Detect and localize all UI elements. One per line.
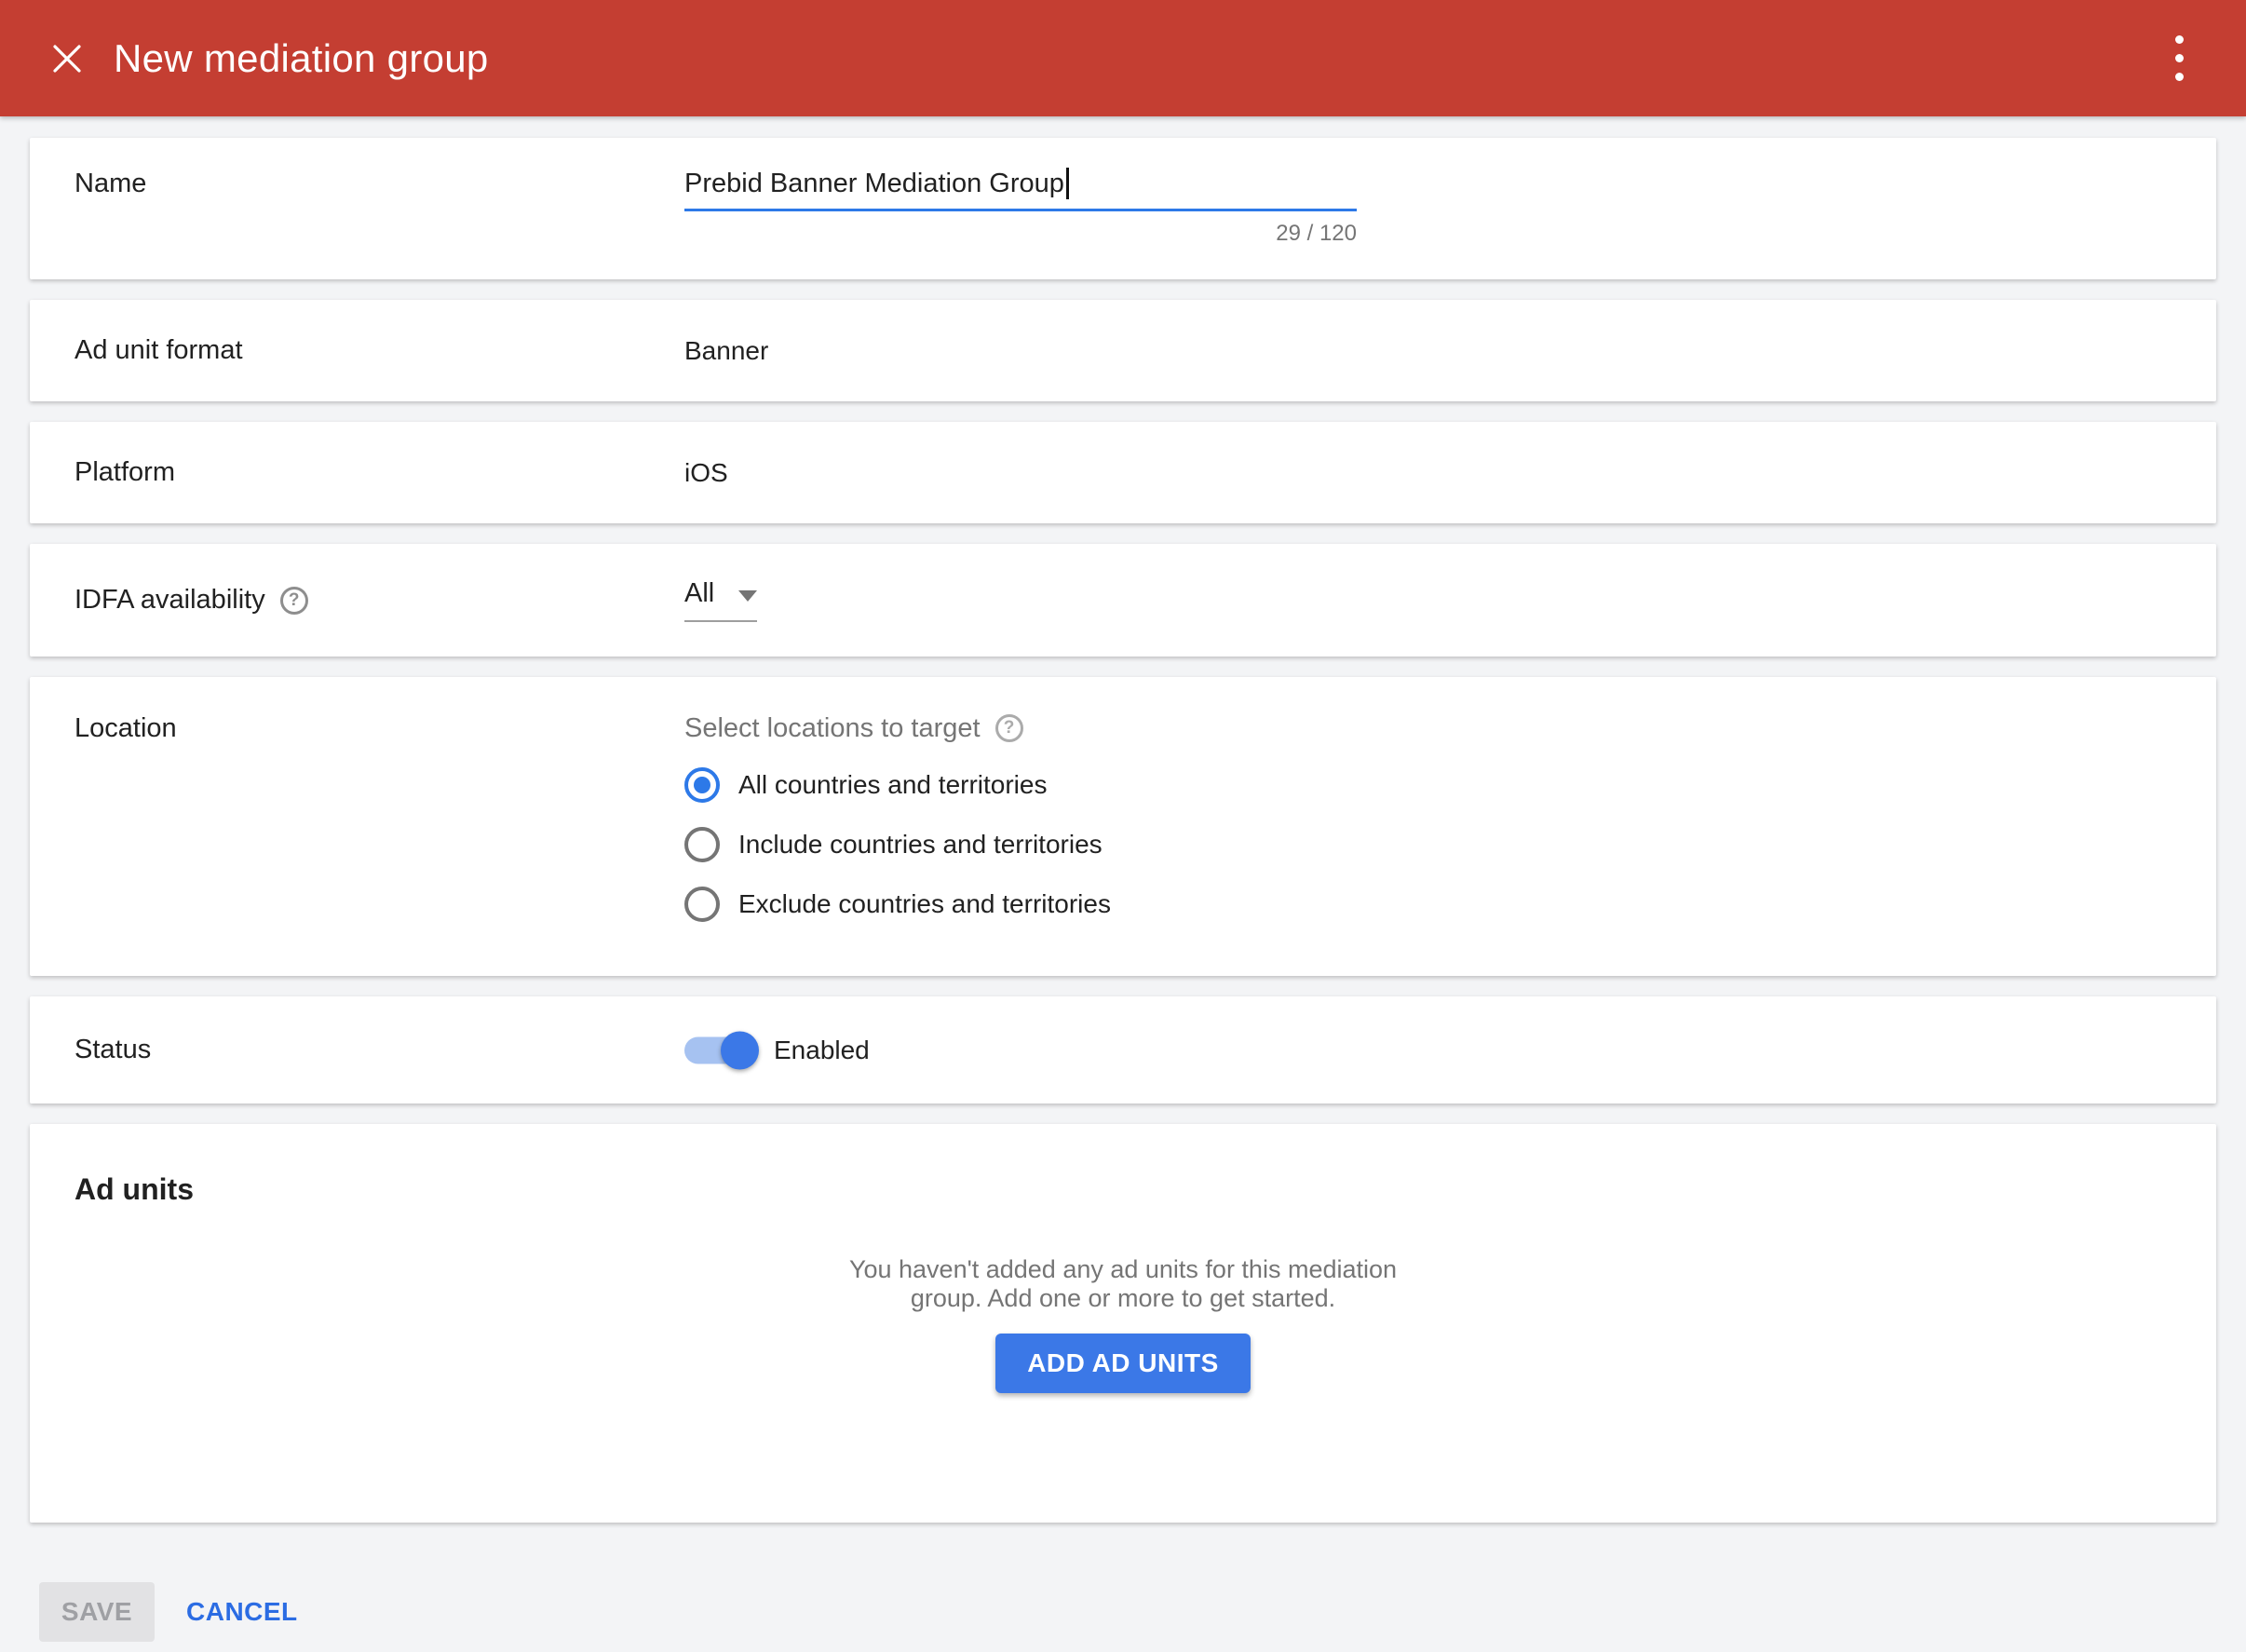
name-label: Name bbox=[74, 168, 684, 199]
idfa-select[interactable]: All bbox=[684, 578, 757, 622]
text-caret bbox=[1066, 168, 1069, 199]
platform-value: iOS bbox=[684, 458, 728, 487]
status-value: Enabled bbox=[774, 1036, 870, 1065]
radio-button-icon bbox=[684, 767, 720, 803]
idfa-label: IDFA availability bbox=[74, 585, 265, 616]
form-body: Name Prebid Banner Mediation Group 29 / … bbox=[0, 116, 2246, 1642]
app-bar: New mediation group bbox=[0, 0, 2246, 116]
location-helper-text: Select locations to target bbox=[684, 712, 981, 744]
name-input-value: Prebid Banner Mediation Group bbox=[684, 168, 1064, 199]
close-icon bbox=[51, 43, 83, 74]
toggle-knob bbox=[721, 1031, 759, 1069]
location-radio-group: All countries and territories Include co… bbox=[684, 755, 2216, 934]
status-toggle[interactable] bbox=[684, 1030, 757, 1071]
location-help-icon[interactable]: ? bbox=[995, 714, 1023, 742]
empty-state-line2: group. Add one or more to get started. bbox=[760, 1284, 1486, 1313]
close-button[interactable] bbox=[41, 33, 93, 85]
status-label: Status bbox=[74, 1035, 684, 1065]
ad-unit-format-value: Banner bbox=[684, 336, 768, 365]
radio-button-icon bbox=[684, 887, 720, 922]
empty-state-line1: You haven't added any ad units for this … bbox=[760, 1255, 1486, 1284]
overflow-menu-button[interactable] bbox=[2153, 29, 2205, 88]
location-card: Location Select locations to target ? Al… bbox=[30, 677, 2216, 976]
add-ad-units-button[interactable]: ADD AD UNITS bbox=[995, 1334, 1251, 1393]
radio-button-icon bbox=[684, 827, 720, 862]
kebab-menu-icon bbox=[2175, 35, 2184, 44]
platform-row: Platform iOS bbox=[30, 422, 2216, 523]
page-title: New mediation group bbox=[114, 36, 489, 81]
idfa-row: IDFA availability ? All bbox=[30, 544, 2216, 657]
radio-all-countries[interactable]: All countries and territories bbox=[684, 755, 2216, 815]
status-row: Status Enabled bbox=[30, 996, 2216, 1104]
idfa-help-icon[interactable]: ? bbox=[280, 587, 308, 615]
save-button[interactable]: SAVE bbox=[39, 1582, 155, 1642]
ad-units-card: Ad units You haven't added any ad units … bbox=[30, 1124, 2216, 1523]
dropdown-arrow-icon bbox=[738, 590, 757, 602]
idfa-select-value: All bbox=[684, 578, 714, 609]
cancel-button[interactable]: CANCEL bbox=[186, 1597, 298, 1627]
name-input[interactable]: Prebid Banner Mediation Group 29 / 120 bbox=[684, 168, 1357, 247]
name-card: Name Prebid Banner Mediation Group 29 / … bbox=[30, 138, 2216, 279]
ad-units-heading: Ad units bbox=[74, 1172, 2172, 1207]
platform-label: Platform bbox=[74, 457, 684, 488]
ad-units-empty-state: You haven't added any ad units for this … bbox=[760, 1255, 1486, 1393]
char-counter: 29 / 120 bbox=[684, 221, 1357, 247]
form-actions: SAVE CANCEL bbox=[39, 1582, 2216, 1642]
ad-unit-format-row: Ad unit format Banner bbox=[30, 300, 2216, 401]
ad-unit-format-label: Ad unit format bbox=[74, 335, 684, 366]
radio-exclude-countries[interactable]: Exclude countries and territories bbox=[684, 874, 2216, 934]
location-label: Location bbox=[74, 712, 684, 744]
radio-include-countries[interactable]: Include countries and territories bbox=[684, 815, 2216, 874]
